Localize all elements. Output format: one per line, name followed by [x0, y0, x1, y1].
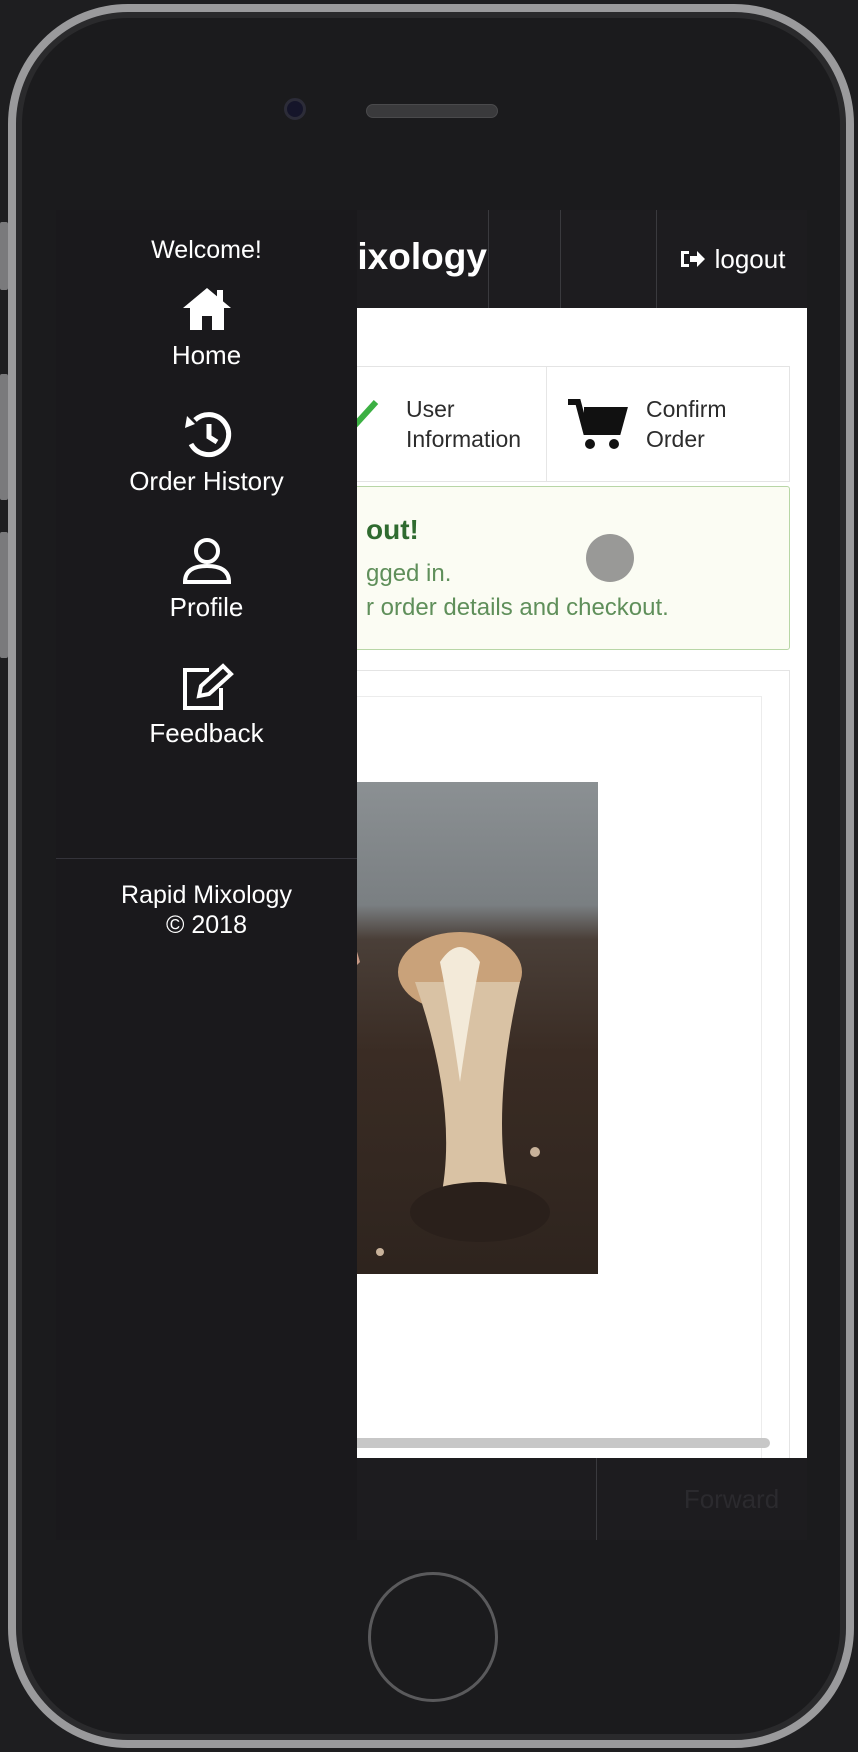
sign-out-icon — [680, 251, 705, 267]
navbar-divider — [488, 210, 489, 308]
menu-item-label: Order History — [129, 466, 284, 496]
alert-line: gged in. — [366, 560, 452, 587]
footer-copyright: © 2018 — [166, 911, 247, 939]
logout-button[interactable]: logout — [656, 210, 807, 308]
drawer-divider — [56, 858, 357, 859]
alert-title: out! — [366, 514, 419, 545]
latte-illustration — [320, 902, 550, 1256]
navbar-divider — [560, 210, 561, 308]
user-icon — [182, 538, 231, 584]
logout-label: logout — [714, 243, 786, 274]
welcome-text: Welcome! — [151, 236, 262, 264]
phone-screen: l Mixology logout User Information Confi… — [56, 210, 807, 1540]
earpiece-speaker — [366, 104, 498, 118]
menu-item-feedback[interactable]: Feedback — [56, 662, 357, 749]
forward-label: Forward — [683, 1483, 780, 1514]
latte-image — [320, 782, 598, 1274]
edit-icon — [182, 663, 234, 710]
menu-item-label: Home — [171, 340, 242, 370]
step-user-information[interactable]: User Information — [406, 394, 521, 454]
step-label-line: Information — [406, 426, 522, 452]
footer-brand: Rapid Mixology — [121, 881, 292, 909]
menu-item-order-history[interactable]: Order History — [56, 410, 357, 497]
menu-item-home[interactable]: Home — [56, 284, 357, 371]
horizontal-scrollbar[interactable] — [320, 1438, 770, 1448]
menu-item-label: Feedback — [149, 718, 264, 748]
navbar-divider — [596, 1458, 597, 1540]
volume-up-button — [0, 374, 8, 500]
forward-button[interactable]: Forward — [656, 1458, 807, 1540]
drawer-footer: Rapid Mixology © 2018 — [56, 880, 357, 940]
mute-switch — [0, 222, 8, 290]
step-label-line: Order — [646, 426, 705, 452]
step-confirm-order[interactable]: Confirm Order — [646, 394, 727, 454]
menu-item-label: Profile — [169, 592, 244, 622]
step-separator — [546, 367, 547, 481]
history-icon — [184, 412, 231, 458]
alert-line: r order details and checkout. — [366, 594, 669, 621]
front-camera — [284, 98, 306, 120]
step-label-line: User — [406, 396, 455, 422]
home-icon — [182, 288, 231, 330]
menu-item-profile[interactable]: Profile — [56, 536, 357, 623]
side-menu-drawer: Welcome! Home Order History Profile Feed… — [56, 210, 357, 1540]
cart-icon — [568, 399, 628, 449]
step-label-line: Confirm — [646, 396, 727, 422]
home-button[interactable] — [368, 1572, 498, 1702]
touch-indicator — [586, 534, 634, 582]
volume-down-button — [0, 532, 8, 658]
